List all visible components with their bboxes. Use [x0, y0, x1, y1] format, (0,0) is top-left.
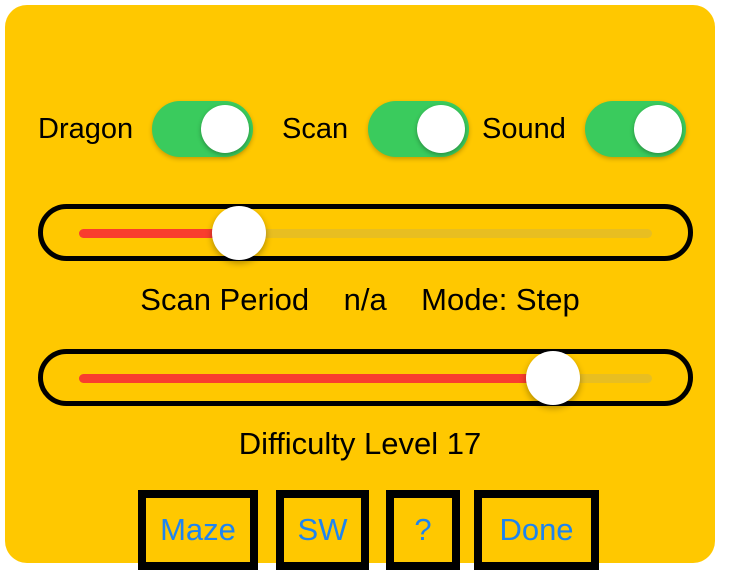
sw-button[interactable]: SW — [276, 490, 369, 570]
difficulty-caption: Difficulty Level 17 — [238, 426, 482, 461]
done-button[interactable]: Done — [474, 490, 599, 570]
sound-toggle[interactable] — [585, 101, 686, 157]
scan-toggle-knob — [417, 105, 465, 153]
toggle-row: Dragon Scan Sound — [5, 97, 715, 167]
help-button[interactable]: ? — [386, 490, 460, 570]
difficulty-slider[interactable] — [38, 349, 693, 406]
scan-toggle[interactable] — [368, 101, 469, 157]
scan-period-slider[interactable] — [38, 204, 693, 261]
scan-toggle-label: Scan — [282, 113, 349, 145]
scan-period-caption: Scan Period n/a Mode: Step — [140, 282, 580, 317]
scan-period-slider-fill — [79, 228, 217, 238]
maze-button[interactable]: Maze — [138, 490, 258, 570]
sound-toggle-knob — [634, 105, 682, 153]
dragon-toggle[interactable] — [152, 101, 253, 157]
dragon-toggle-knob — [201, 105, 249, 153]
dragon-toggle-label: Dragon — [38, 113, 134, 145]
sound-toggle-label: Sound — [482, 113, 566, 145]
difficulty-slider-knob[interactable] — [526, 350, 580, 405]
scan-period-slider-knob[interactable] — [212, 205, 266, 260]
scan-period-slider-track[interactable] — [79, 228, 652, 238]
settings-panel: Dragon Scan Sound Scan Period n/a Mode: … — [5, 5, 715, 570]
difficulty-slider-fill — [79, 373, 572, 383]
